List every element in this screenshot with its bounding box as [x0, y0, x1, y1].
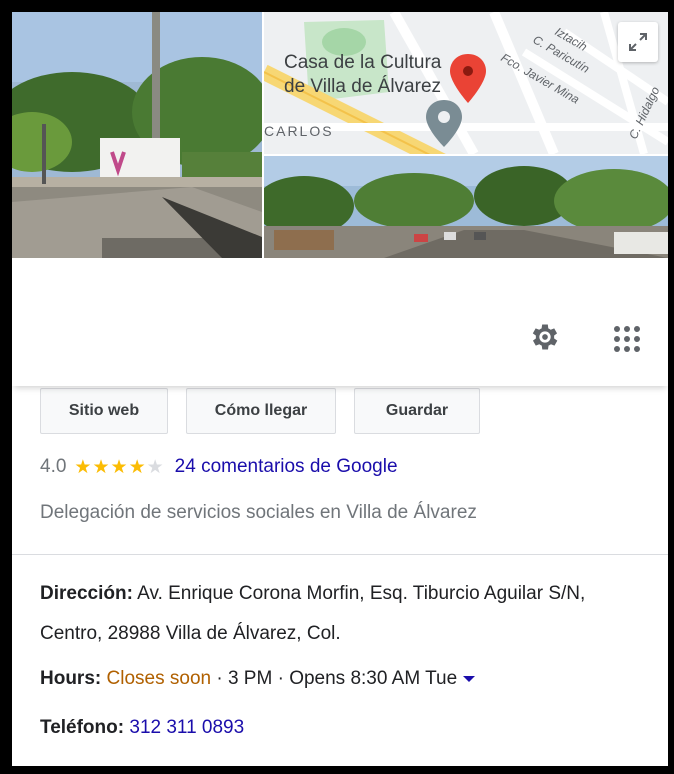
- apps-grid-icon: [614, 326, 640, 352]
- phone-row: Teléfono: 312 311 0893: [40, 715, 244, 741]
- map-place-label-2: de Villa de Álvarez: [284, 76, 441, 97]
- reviews-link[interactable]: 24 comentarios de Google: [175, 456, 398, 478]
- place-photo-street[interactable]: [264, 156, 668, 258]
- star-rating: ★ ★ ★ ★ ★: [74, 458, 164, 477]
- phone-link[interactable]: 312 311 0893: [129, 717, 244, 738]
- star-icon: ★: [128, 456, 146, 478]
- gear-icon: [532, 324, 558, 350]
- expand-map-button[interactable]: [618, 22, 658, 62]
- star-empty-icon: ★: [146, 456, 164, 478]
- map-thumbnail[interactable]: Casa de la Cultura de Villa de Álvarez C…: [264, 12, 668, 154]
- star-icon: ★: [74, 456, 92, 478]
- address-label: Dirección:: [40, 583, 133, 604]
- hours-dropdown-caret-icon[interactable]: [463, 675, 476, 682]
- hours-label: Hours:: [40, 668, 102, 689]
- hours-detail: · 3 PM · Opens 8:30 AM Tue: [211, 668, 458, 689]
- address-row: Dirección: Av. Enrique Corona Morfin, Es…: [40, 574, 640, 654]
- rating-row: 4.0 ★ ★ ★ ★ ★ 24 comentarios de Google: [40, 456, 398, 478]
- panel-toolbar: [12, 258, 668, 386]
- map-image: Casa de la Cultura de Villa de Álvarez C…: [264, 12, 668, 154]
- rating-value: 4.0: [40, 456, 67, 477]
- street-photo: [12, 12, 262, 258]
- divider: [12, 554, 668, 555]
- phone-label: Teléfono:: [40, 717, 125, 738]
- action-buttons: Sitio web Cómo llegar Guardar: [40, 388, 498, 434]
- apps-button[interactable]: [612, 324, 642, 354]
- settings-button[interactable]: [528, 320, 562, 354]
- star-icon: ★: [92, 456, 110, 478]
- save-button[interactable]: Guardar: [354, 388, 480, 434]
- street-photo-2: [264, 156, 668, 258]
- website-button[interactable]: Sitio web: [40, 388, 168, 434]
- map-place-label-1: Casa de la Cultura: [284, 52, 442, 73]
- place-photo-main[interactable]: [12, 12, 262, 258]
- hours-row: Hours: Closes soon · 3 PM · Opens 8:30 A…: [40, 666, 476, 692]
- knowledge-panel: Casa de la Cultura de Villa de Álvarez C…: [0, 0, 674, 774]
- star-icon: ★: [110, 456, 128, 478]
- place-category: Delegación de servicios sociales en Vill…: [40, 502, 477, 523]
- directions-button[interactable]: Cómo llegar: [186, 388, 336, 434]
- map-street-carlos: CARLOS: [264, 123, 334, 139]
- hours-status: Closes soon: [106, 668, 212, 689]
- expand-icon: [629, 33, 647, 51]
